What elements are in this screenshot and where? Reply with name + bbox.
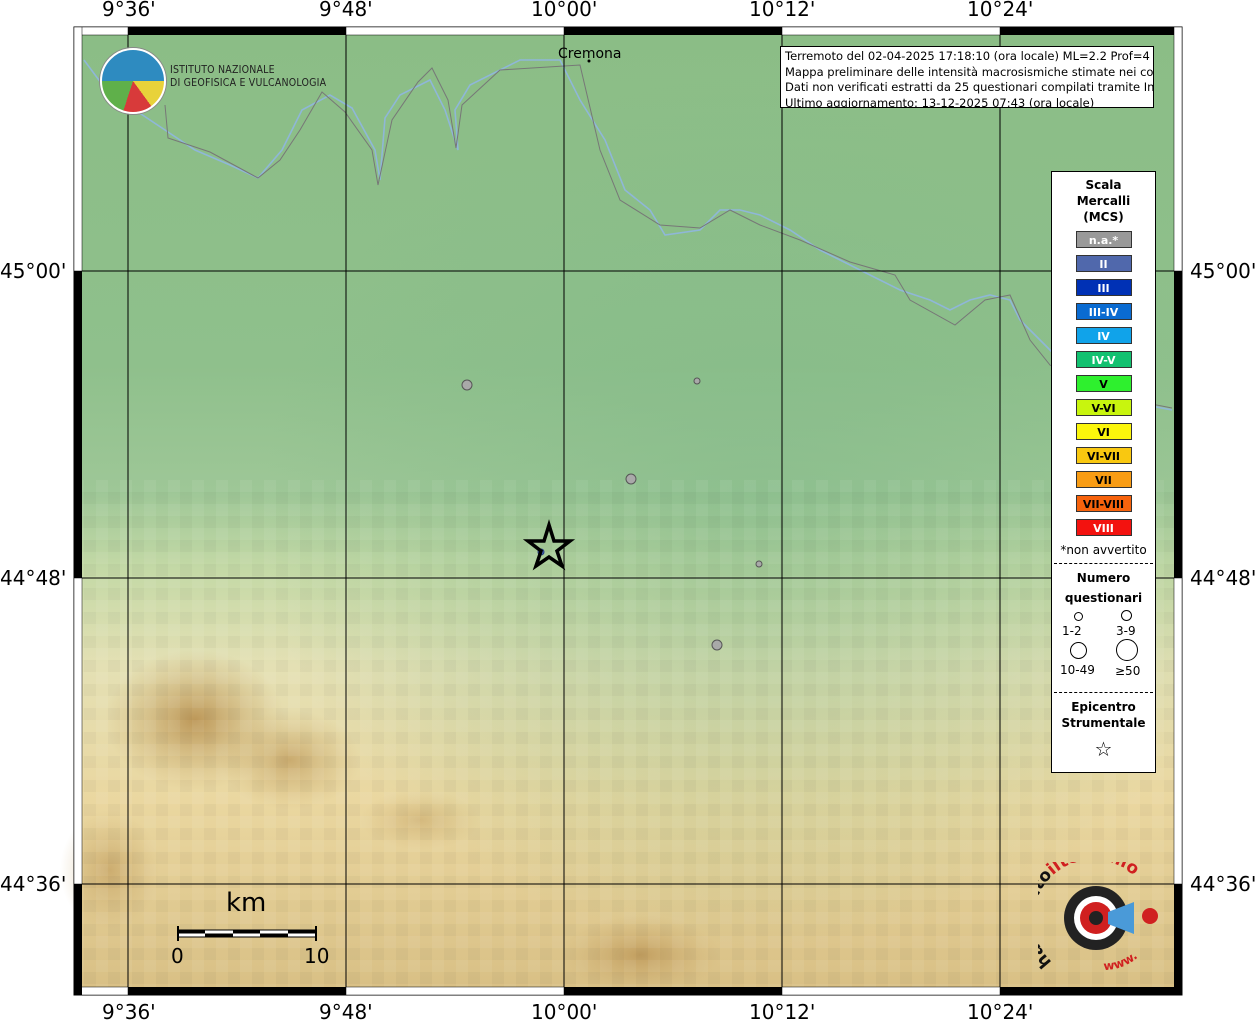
svg-text:www.: www. — [1103, 949, 1140, 974]
ingv-globe-icon — [100, 48, 166, 114]
lat-label: 44°48' — [1190, 566, 1256, 590]
lon-label: 10°00' — [531, 1000, 598, 1024]
lat-label: 45°00' — [1190, 259, 1256, 283]
info-line: Dati non verificati estratti da 25 quest… — [785, 80, 1154, 94]
legend-title-line: Numero — [1076, 571, 1131, 585]
legend-epicenter-title: Epicentro Strumentale — [1052, 699, 1155, 731]
scale-start: 0 — [171, 944, 184, 968]
legend-scale-title: Scala Mercalli (MCS) — [1052, 177, 1155, 225]
count-label: 3-9 — [1116, 624, 1136, 638]
intensity-swatch-list: n.a.* II III III-IV IV IV-V V V-VI VI VI-VII VII VI… — [1052, 231, 1155, 536]
lon-label: 9°36' — [102, 1000, 156, 1024]
legend-star-icon: ☆ — [1094, 737, 1113, 761]
legend-title-line: (MCS) — [1083, 210, 1124, 224]
legend-title-line: questionari — [1064, 591, 1143, 605]
intensity-swatch: VII-VIII — [1075, 495, 1132, 512]
earthquake-info-box: Terremoto del 02-04-2025 17:18:10 (ora l… — [780, 46, 1154, 108]
legend-divider — [1054, 563, 1153, 564]
lon-label: 10°24' — [967, 0, 1034, 21]
count-circle-icon — [1116, 639, 1138, 661]
lon-label: 10°12' — [749, 0, 816, 21]
lon-label: 9°48' — [319, 1000, 373, 1024]
legend-title-line: Epicentro — [1071, 700, 1136, 714]
count-label: ≥50 — [1115, 664, 1141, 678]
lon-label: 10°24' — [967, 1000, 1034, 1024]
intensity-swatch: V-VI — [1075, 399, 1132, 416]
info-line: Mappa preliminare delle intensità macros… — [785, 64, 1154, 79]
intensity-point[interactable] — [625, 473, 637, 485]
count-circle-icon — [1070, 642, 1087, 659]
intensity-swatch: IV — [1075, 327, 1132, 344]
lon-label: 10°00' — [531, 0, 598, 21]
count-label: 10-49 — [1060, 663, 1095, 677]
info-line: Terremoto del 02-04-2025 17:18:10 (ora l… — [785, 49, 1154, 63]
legend-divider — [1054, 692, 1153, 693]
intensity-swatch: V — [1075, 375, 1132, 392]
intensity-swatch: n.a.* — [1075, 231, 1132, 248]
intensity-swatch: VII — [1075, 471, 1132, 488]
not-felt-note: *non avvertito — [1060, 543, 1147, 557]
ingv-logo-line: DI GEOFISICA E VULCANOLOGIA — [170, 77, 327, 89]
count-circle-icon — [1121, 610, 1132, 621]
count-circles: 1-2 3-9 10-49 ≥50 — [1052, 606, 1155, 686]
logo-text-main: haisentito — [1038, 865, 1056, 972]
legend-count-title: Numero questionari — [1052, 570, 1155, 606]
terrain-background — [60, 27, 1182, 995]
intensity-swatch: IV-V — [1075, 351, 1132, 368]
intensity-point[interactable] — [755, 560, 763, 568]
legend-title-line: Scala — [1085, 178, 1122, 192]
lon-label: 9°48' — [319, 0, 373, 21]
lat-label: 44°48' — [0, 566, 67, 590]
ingv-logo-text: ISTITUTO NAZIONALE DI GEOFISICA E VULCAN… — [170, 64, 326, 90]
info-line: Ultimo aggiornamento: 13-12-2025 07:43 (… — [785, 95, 1095, 108]
intensity-point[interactable] — [711, 639, 723, 651]
intensity-point[interactable] — [693, 377, 701, 385]
scale-unit: km — [226, 888, 267, 918]
question-icon — [1142, 908, 1158, 924]
lon-label: 10°12' — [749, 1000, 816, 1024]
logo-text-www: www. — [1103, 949, 1140, 974]
legend-title-line: Mercalli — [1076, 194, 1131, 208]
scale-end: 10 — [304, 944, 330, 968]
ingv-logo-line: ISTITUTO NAZIONALE — [170, 64, 275, 76]
intensity-point[interactable] — [461, 379, 473, 391]
legend-panel: Scala Mercalli (MCS) n.a.* II III III-IV IV I… — [1051, 171, 1156, 773]
intensity-swatch: II — [1075, 255, 1132, 272]
city-label: Cremona — [558, 46, 622, 62]
intensity-swatch: VI — [1075, 423, 1132, 440]
lat-label: 44°36' — [1190, 872, 1256, 896]
legend-title-line: Strumentale — [1061, 716, 1146, 730]
intensity-swatch: III — [1075, 279, 1132, 296]
lat-label: 44°36' — [0, 872, 67, 896]
lat-label: 45°00' — [0, 259, 67, 283]
intensity-swatch: VI-VII — [1075, 447, 1132, 464]
intensity-swatch: VIII — [1075, 519, 1132, 536]
count-label: 1-2 — [1062, 624, 1082, 638]
haisentito-logo[interactable]: haisentitoilterremoto.it www. — [1038, 862, 1166, 974]
count-circle-icon — [1074, 612, 1083, 621]
lon-label: 9°36' — [102, 0, 156, 21]
intensity-swatch: III-IV — [1075, 303, 1132, 320]
